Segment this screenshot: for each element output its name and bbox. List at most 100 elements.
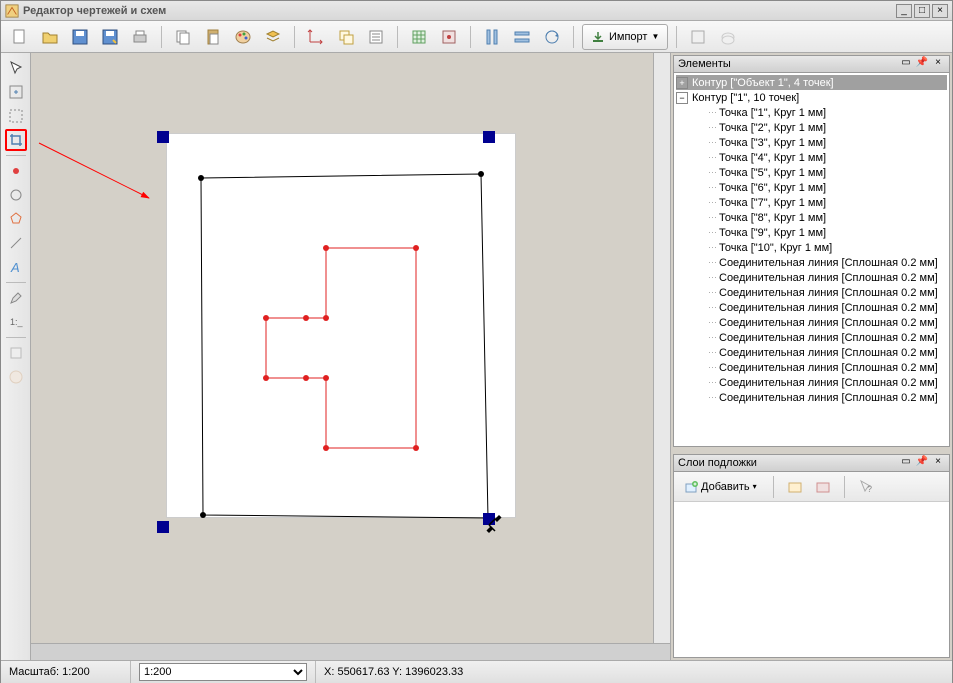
print-button[interactable] — [127, 24, 153, 50]
import-icon — [591, 30, 605, 44]
tree-item-point[interactable]: ⋯Точка ["7", Круг 1 мм] — [676, 195, 947, 210]
rotate-button[interactable] — [539, 24, 565, 50]
tree-item-line[interactable]: ⋯Соединительная линия [Сплошная 0.2 мм] — [676, 345, 947, 360]
canvas-drawing — [31, 53, 670, 643]
point-tool[interactable] — [5, 160, 27, 182]
tree-item-point[interactable]: ⋯Точка ["4", Круг 1 мм] — [676, 150, 947, 165]
tree-item-line[interactable]: ⋯Соединительная линия [Сплошная 0.2 мм] — [676, 300, 947, 315]
tree-item-line[interactable]: ⋯Соединительная линия [Сплошная 0.2 мм] — [676, 360, 947, 375]
palette-button[interactable] — [230, 24, 256, 50]
tree-item-line[interactable]: ⋯Соединительная линия [Сплошная 0.2 мм] — [676, 330, 947, 345]
tree-item-point[interactable]: ⋯Точка ["10", Круг 1 мм] — [676, 240, 947, 255]
titlebar: Редактор чертежей и схем _ □ × — [1, 1, 952, 21]
panel-pin-button[interactable]: 📌 — [915, 456, 929, 470]
dropdown-icon: ▼ — [651, 32, 659, 41]
properties-button[interactable] — [363, 24, 389, 50]
panel-dock-button[interactable]: ▭ — [899, 57, 913, 71]
tree-item-contour-1[interactable]: + Контур ["Объект 1", 4 точек] — [676, 75, 947, 90]
import-label: Импорт — [609, 31, 647, 43]
circle-tool[interactable] — [5, 184, 27, 206]
statusbar: Масштаб: 1:200 1:200 X: 550617.63 Y: 139… — [1, 660, 952, 683]
tree-item-line[interactable]: ⋯Соединительная линия [Сплошная 0.2 мм] — [676, 375, 947, 390]
layer-help-button[interactable]: ? — [855, 476, 877, 498]
tree-label: Контур ["1", 10 точек] — [692, 92, 799, 104]
layers-list[interactable] — [674, 502, 949, 657]
import-button[interactable]: Импорт ▼ — [582, 24, 668, 50]
tree-item-point[interactable]: ⋯Точка ["2", Круг 1 мм] — [676, 120, 947, 135]
tree-label: Контур ["Объект 1", 4 точек] — [692, 77, 834, 89]
panel-dock-button[interactable]: ▭ — [899, 456, 913, 470]
align-h-button[interactable] — [479, 24, 505, 50]
canvas-viewport[interactable] — [31, 53, 670, 643]
horizontal-scrollbar[interactable] — [31, 643, 670, 660]
grid-button[interactable] — [406, 24, 432, 50]
pointer-tool[interactable] — [5, 57, 27, 79]
tree-item-line[interactable]: ⋯Соединительная линия [Сплошная 0.2 мм] — [676, 315, 947, 330]
extra2-button[interactable] — [715, 24, 741, 50]
close-button[interactable]: × — [932, 4, 948, 18]
layers-title: Слои подложки — [678, 457, 899, 469]
main-toolbar: Импорт ▼ — [1, 21, 952, 53]
elements-title: Элементы — [678, 58, 899, 70]
extra1-button[interactable] — [685, 24, 711, 50]
svg-text:?: ? — [867, 484, 872, 494]
title-text: Редактор чертежей и схем — [23, 5, 896, 17]
tree-item-line[interactable]: ⋯Соединительная линия [Сплошная 0.2 мм] — [676, 270, 947, 285]
coords-display: X: 550617.63 Y: 1396023.33 — [316, 666, 952, 678]
layer-btn-1[interactable] — [784, 476, 806, 498]
right-panel: Элементы ▭ 📌 × + Контур ["Объект 1", 4 т… — [670, 53, 952, 660]
tree-item-point[interactable]: ⋯Точка ["5", Круг 1 мм] — [676, 165, 947, 180]
expand-icon[interactable]: + — [676, 77, 688, 89]
collapse-icon[interactable]: − — [676, 92, 688, 104]
save-button[interactable] — [67, 24, 93, 50]
scale-select[interactable]: 1:200 — [139, 663, 307, 681]
new-button[interactable] — [7, 24, 33, 50]
layers-tool[interactable] — [5, 342, 27, 364]
add-icon — [684, 480, 698, 494]
svg-text:1:_: 1:_ — [10, 317, 24, 327]
ghost-tool[interactable] — [5, 366, 27, 388]
text-tool[interactable]: A — [5, 256, 27, 278]
elements-panel: Элементы ▭ 📌 × + Контур ["Объект 1", 4 т… — [673, 55, 950, 450]
snap-button[interactable] — [436, 24, 462, 50]
tree-item-contour-2[interactable]: − Контур ["1", 10 точек] — [676, 90, 947, 105]
tree-item-line[interactable]: ⋯Соединительная линия [Сплошная 0.2 мм] — [676, 255, 947, 270]
maximize-button[interactable]: □ — [914, 4, 930, 18]
open-button[interactable] — [37, 24, 63, 50]
polygon-tool[interactable] — [5, 208, 27, 230]
panel-close-button[interactable]: × — [931, 57, 945, 71]
tree-item-line[interactable]: ⋯Соединительная линия [Сплошная 0.2 мм] — [676, 285, 947, 300]
layers-button[interactable] — [260, 24, 286, 50]
tree-item-point[interactable]: ⋯Точка ["9", Круг 1 мм] — [676, 225, 947, 240]
line-tool[interactable] — [5, 232, 27, 254]
vertical-scrollbar[interactable] — [653, 53, 670, 643]
scale-label: Масштаб: 1:200 — [1, 661, 131, 683]
panel-close-button[interactable]: × — [931, 456, 945, 470]
axis-button[interactable] — [303, 24, 329, 50]
add-label: Добавить — [701, 481, 750, 493]
pan-tool[interactable] — [5, 105, 27, 127]
align-v-button[interactable] — [509, 24, 535, 50]
duplicate-button[interactable] — [333, 24, 359, 50]
paste-button[interactable] — [200, 24, 226, 50]
panel-pin-button[interactable]: 📌 — [915, 57, 929, 71]
add-layer-button[interactable]: Добавить ▾ — [678, 476, 763, 498]
tree-item-line[interactable]: ⋯Соединительная линия [Сплошная 0.2 мм] — [676, 390, 947, 405]
tree-item-point[interactable]: ⋯Точка ["6", Круг 1 мм] — [676, 180, 947, 195]
tree-item-point[interactable]: ⋯Точка ["8", Круг 1 мм] — [676, 210, 947, 225]
tree-item-point[interactable]: ⋯Точка ["1", Круг 1 мм] — [676, 105, 947, 120]
layers-panel: Слои подложки ▭ 📌 × Добавить ▾ — [673, 454, 950, 658]
canvas-area — [31, 53, 670, 660]
save-as-button[interactable] — [97, 24, 123, 50]
copy-button[interactable] — [170, 24, 196, 50]
tree-item-point[interactable]: ⋯Точка ["3", Круг 1 мм] — [676, 135, 947, 150]
zoom-tool[interactable] — [5, 81, 27, 103]
elements-tree[interactable]: + Контур ["Объект 1", 4 точек] − Контур … — [674, 73, 949, 407]
crop-tool[interactable] — [5, 129, 27, 151]
minimize-button[interactable]: _ — [896, 4, 912, 18]
layers-toolbar: Добавить ▾ ? — [674, 472, 949, 502]
measure-tool[interactable]: 1:_ — [5, 311, 27, 333]
left-toolbar: A 1:_ — [1, 53, 31, 660]
edit-tool[interactable] — [5, 287, 27, 309]
layer-btn-2[interactable] — [812, 476, 834, 498]
